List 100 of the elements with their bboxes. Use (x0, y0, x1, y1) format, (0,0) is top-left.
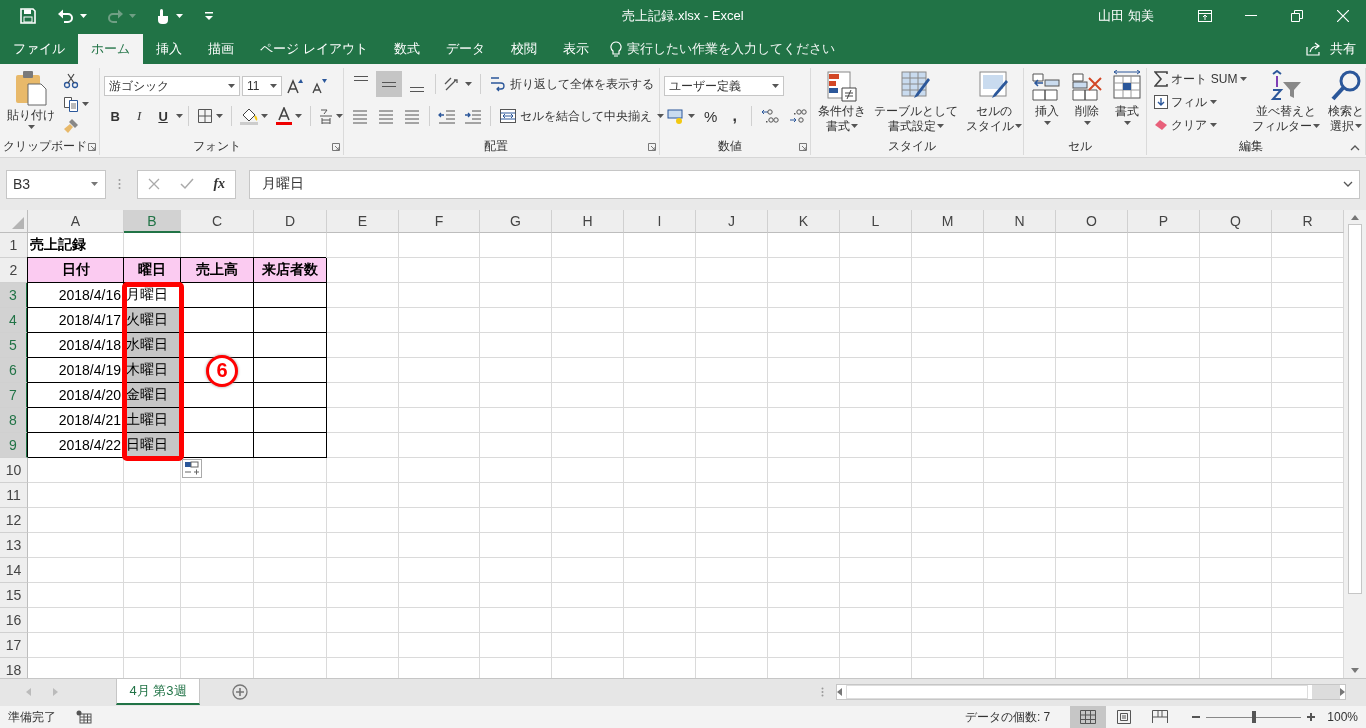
row-header[interactable]: 18 (0, 658, 28, 678)
underline-button[interactable]: U (152, 105, 175, 127)
column-header[interactable]: O (1056, 210, 1128, 233)
font-name-field[interactable]: 游ゴシック (104, 76, 241, 96)
row-header[interactable]: 15 (0, 583, 28, 608)
row-header[interactable]: 6 (0, 358, 28, 383)
scissors-icon[interactable] (63, 72, 79, 89)
ribbon-tab[interactable]: 表示 (549, 34, 602, 64)
save-icon[interactable] (20, 8, 36, 24)
column-header[interactable]: E (327, 210, 399, 233)
horizontal-scrollbar[interactable] (836, 684, 1346, 700)
conditional-formatting-button[interactable]: 条件付き 書式 (815, 68, 870, 137)
zoom-level[interactable]: 100% (1327, 710, 1358, 724)
font-size-field[interactable]: 11 (242, 76, 283, 96)
formula-field[interactable]: 月曜日 (249, 169, 1360, 199)
insert-function-button[interactable]: fx (213, 176, 226, 192)
number-format-field[interactable]: ユーザー定義 (663, 76, 784, 96)
ribbon-tab[interactable]: 校閲 (497, 34, 550, 64)
ribbon-tab[interactable]: ホーム (78, 34, 143, 64)
dialog-launcher-icon[interactable] (331, 143, 340, 151)
insert-button[interactable]: 挿入 (1028, 68, 1066, 137)
cell-styles-button[interactable]: セルの スタイル (963, 68, 1026, 137)
row-header[interactable]: 11 (0, 483, 28, 508)
column-header[interactable]: C (181, 210, 254, 233)
normal-view-button[interactable] (1070, 706, 1107, 728)
column-header[interactable]: R (1272, 210, 1344, 233)
dialog-launcher-icon[interactable] (88, 143, 97, 151)
percent-button[interactable]: % (699, 105, 722, 127)
row-header[interactable]: 4 (0, 308, 28, 333)
column-header[interactable]: L (840, 210, 912, 233)
wrap-text-button[interactable]: 折り返して全体を表示する (485, 73, 657, 95)
clear-button[interactable]: クリア (1151, 114, 1248, 136)
collapse-ribbon-icon[interactable] (1350, 145, 1360, 151)
column-header[interactable]: P (1128, 210, 1200, 233)
italic-button[interactable]: I (128, 105, 151, 127)
column-header[interactable]: H (552, 210, 624, 233)
row-header[interactable]: 17 (0, 633, 28, 658)
row-header[interactable]: 2 (0, 258, 28, 283)
user-name[interactable]: 山田 知美 (1098, 7, 1154, 25)
align-middle-button[interactable] (375, 71, 402, 97)
column-header[interactable]: Q (1200, 210, 1272, 233)
row-header[interactable]: 12 (0, 508, 28, 533)
macro-record-icon[interactable] (76, 710, 92, 724)
grip-icon[interactable] (821, 687, 824, 697)
ribbon-tab[interactable]: 挿入 (143, 34, 195, 64)
dialog-launcher-icon[interactable] (799, 143, 808, 151)
format-as-table-button[interactable]: テーブルとして 書式設定 (871, 68, 962, 137)
fill-button[interactable]: フィル (1151, 91, 1248, 113)
dialog-launcher-icon[interactable] (647, 143, 656, 151)
format-button[interactable]: 書式 (1108, 68, 1146, 137)
ribbon-tab[interactable]: 描画 (195, 34, 247, 64)
column-header[interactable]: M (912, 210, 984, 233)
zoom-slider-thumb[interactable] (1251, 710, 1256, 723)
row-header[interactable]: 3 (0, 283, 28, 308)
column-header[interactable]: B (124, 210, 181, 233)
sheet-tab[interactable]: 4月 第3週 (116, 679, 200, 705)
column-header[interactable]: G (480, 210, 552, 233)
column-header[interactable]: J (696, 210, 768, 233)
column-header[interactable]: F (399, 210, 480, 233)
add-sheet-icon[interactable] (232, 684, 248, 700)
row-header[interactable]: 9 (0, 433, 28, 458)
paste-button[interactable]: 貼り付け (4, 68, 58, 137)
row-header[interactable]: 16 (0, 608, 28, 633)
ribbon-tab[interactable]: データ (432, 34, 498, 64)
column-header[interactable]: K (768, 210, 840, 233)
column-header[interactable]: I (624, 210, 696, 233)
column-header[interactable]: A (28, 210, 124, 233)
ribbon-tab[interactable]: ページ レイアウト (247, 34, 381, 64)
bold-button[interactable]: B (104, 105, 127, 127)
copy-icon[interactable] (63, 95, 79, 112)
name-box[interactable]: B3 (6, 169, 106, 199)
customize-icon[interactable] (205, 12, 213, 20)
share-button[interactable]: 共有 (1306, 34, 1366, 64)
scrollbar-thumb[interactable] (1348, 224, 1362, 594)
tell-me-field[interactable]: 実行したい作業を入力してください (609, 34, 835, 64)
sort-filter-button[interactable]: 並べ替えと フィルター (1249, 68, 1324, 137)
column-header[interactable]: N (984, 210, 1056, 233)
vertical-scrollbar[interactable] (1344, 210, 1366, 678)
row-header[interactable]: 5 (0, 333, 28, 358)
brush-icon[interactable] (63, 118, 79, 135)
row-header[interactable]: 14 (0, 558, 28, 583)
scrollbar-thumb[interactable] (1312, 685, 1340, 699)
row-header[interactable]: 1 (0, 233, 28, 258)
find-select-button[interactable]: 検索と 選択 (1325, 68, 1366, 137)
row-header[interactable]: 8 (0, 408, 28, 433)
row-header[interactable]: 10 (0, 458, 28, 483)
undo-icon[interactable] (58, 9, 74, 23)
row-header[interactable]: 7 (0, 383, 28, 408)
ribbon-tab[interactable]: ファイル (0, 34, 78, 64)
delete-button[interactable]: 削除 (1068, 68, 1106, 137)
quick-analysis-icon[interactable] (182, 459, 202, 478)
hand-icon[interactable] (156, 8, 170, 24)
ribbon-tab[interactable]: 数式 (380, 34, 433, 64)
comma-button[interactable]: , (723, 105, 746, 127)
zoom-in-icon[interactable] (1307, 713, 1316, 721)
autosum-button[interactable]: オート SUM (1151, 68, 1248, 90)
row-header[interactable]: 13 (0, 533, 28, 558)
expand-icon[interactable] (1343, 181, 1353, 187)
column-header[interactable]: D (254, 210, 327, 233)
merge-center-button[interactable]: セルを結合して中央揃え (495, 105, 655, 127)
